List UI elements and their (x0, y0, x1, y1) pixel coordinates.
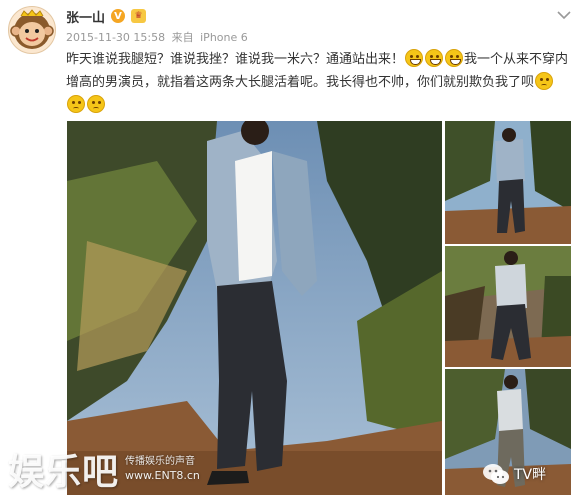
laugh-tears-emoji-icon (425, 49, 444, 67)
tv-watermark: TV畔 (482, 462, 546, 486)
member-crown-icon[interactable]: ♛ (131, 9, 147, 23)
watermark-logo: 娱乐吧 (8, 451, 120, 493)
tv-watermark-label: TV畔 (514, 467, 547, 483)
watermark: 娱乐吧 传播娱乐的声音 www.ENT8.cn (8, 444, 200, 494)
sad-emoji-icon (535, 72, 554, 90)
photo-main[interactable] (67, 121, 442, 495)
sad-emoji-icon (67, 95, 85, 113)
verified-v-icon: V (111, 9, 126, 23)
post-text-segment-1: 昨天谁说我腿短？谁说我挫？谁说我一米六？通通站出来！ (66, 52, 405, 67)
post-meta: 2015-11-30 15:58 来自 iPhone 6 (66, 29, 251, 45)
sad-emoji-icon (87, 95, 105, 113)
source-device[interactable]: iPhone 6 (200, 31, 248, 44)
post-body: 昨天谁说我腿短？谁说我挫？谁说我一米六？通通站出来！ 我一个从来不穿内增高的男演员… (66, 48, 571, 117)
watermark-site: www.ENT8.cn (125, 469, 200, 482)
wechat-bubble-icon (482, 462, 510, 486)
photo-thumb-1[interactable] (445, 121, 571, 244)
watermark-side: 传播娱乐的声音 www.ENT8.cn (125, 455, 200, 483)
post-timestamp[interactable]: 2015-11-30 15:58 (66, 31, 165, 44)
author-row: 张一山 V ♛ (66, 7, 147, 26)
weibo-post: 张一山 V ♛ 2015-11-30 15:58 来自 iPhone 6 昨天谁… (0, 0, 582, 504)
watermark-tagline: 传播娱乐的声音 (125, 456, 196, 467)
photo-thumb-2[interactable] (445, 246, 571, 367)
monkey-avatar-icon[interactable] (8, 6, 56, 54)
chevron-down-icon[interactable] (556, 6, 572, 20)
author-name[interactable]: 张一山 (66, 7, 105, 26)
source-prefix: 来自 (171, 31, 194, 44)
laugh-tears-emoji-icon (405, 49, 424, 67)
laugh-tears-emoji-icon (445, 49, 464, 67)
